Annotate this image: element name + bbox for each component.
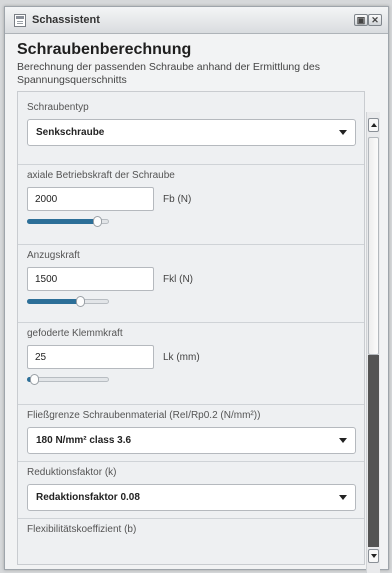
document-icon — [14, 13, 26, 27]
tightening-force-slider[interactable] — [27, 296, 109, 307]
chevron-down-icon — [339, 130, 347, 135]
restore-icon[interactable]: ▣ — [354, 14, 368, 26]
tightening-force-section: Anzugskraft 1500 Fkl (N) — [18, 245, 364, 323]
scrollbar-track[interactable] — [368, 355, 379, 547]
clamping-force-input[interactable]: 25 — [27, 345, 154, 369]
assistant-window: Schassistent ▣ ✕ Schraubenberechnung Ber… — [4, 6, 389, 570]
form-panel: Schraubentyp Senkschraube axiale Betrieb… — [17, 91, 365, 565]
axial-force-label: axiale Betriebskraft der Schraube — [27, 170, 175, 181]
close-icon[interactable]: ✕ — [368, 14, 382, 26]
screw-type-value: Senkschraube — [36, 127, 105, 138]
scrollbar-thumb[interactable] — [368, 137, 379, 355]
tightening-force-input[interactable]: 1500 — [27, 267, 154, 291]
scroll-up-icon[interactable] — [368, 118, 379, 132]
page-subtitle: Berechnung der passenden Schraube anhand… — [17, 61, 320, 86]
clamping-force-slider[interactable] — [27, 374, 109, 385]
reduction-factor-value: Redaktionsfaktor 0.08 — [36, 492, 140, 503]
yield-strength-section: Fließgrenze Schraubenmaterial (ReI/Rp0.2… — [18, 405, 364, 462]
axial-force-input[interactable]: 2000 — [27, 187, 154, 211]
header: Schraubenberechnung Berechnung der passe… — [5, 34, 388, 87]
yield-strength-value: 180 N/mm² class 3.6 — [36, 435, 132, 446]
window-controls: ▣ ✕ — [354, 14, 382, 26]
slider-handle[interactable] — [76, 296, 86, 307]
chevron-down-icon — [339, 495, 347, 500]
tightening-force-unit: Fkl (N) — [163, 273, 193, 285]
clamping-force-label: gefoderte Klemmkraft — [27, 328, 123, 339]
axial-force-slider[interactable] — [27, 216, 109, 227]
window-title: Schassistent — [32, 14, 100, 26]
vertical-scrollbar[interactable] — [366, 112, 380, 573]
slider-fill — [27, 299, 81, 304]
screw-type-label: Schraubentyp — [27, 102, 89, 113]
screw-type-select[interactable]: Senkschraube — [27, 119, 356, 146]
flexibility-coefficient-label: Flexibilitätskoeffizient (b) — [27, 524, 137, 535]
chevron-down-icon — [339, 438, 347, 443]
yield-strength-select[interactable]: 180 N/mm² class 3.6 — [27, 427, 356, 454]
slider-fill — [27, 219, 97, 224]
clamping-force-section: gefoderte Klemmkraft 25 Lk (mm) — [18, 323, 364, 405]
slider-handle[interactable] — [29, 374, 39, 385]
slider-handle[interactable] — [92, 216, 102, 227]
clamping-force-unit: Lk (mm) — [163, 351, 200, 363]
yield-strength-label: Fließgrenze Schraubenmaterial (ReI/Rp0.2… — [27, 410, 261, 421]
flexibility-coefficient-section: Flexibilitätskoeffizient (b) — [18, 519, 364, 559]
tightening-force-label: Anzugskraft — [27, 250, 80, 261]
axial-force-unit: Fb (N) — [163, 193, 192, 205]
axial-force-section: axiale Betriebskraft der Schraube 2000 F… — [18, 165, 364, 245]
slider-track — [27, 377, 109, 382]
title-bar[interactable]: Schassistent ▣ ✕ — [5, 7, 388, 34]
reduction-factor-section: Reduktionsfaktor (k) Redaktionsfaktor 0.… — [18, 462, 364, 519]
reduction-factor-label: Reduktionsfaktor (k) — [27, 467, 117, 478]
reduction-factor-select[interactable]: Redaktionsfaktor 0.08 — [27, 484, 356, 511]
screw-type-section: Schraubentyp Senkschraube — [18, 92, 364, 165]
scroll-down-icon[interactable] — [368, 549, 379, 563]
page-title: Schraubenberechnung — [17, 41, 192, 58]
